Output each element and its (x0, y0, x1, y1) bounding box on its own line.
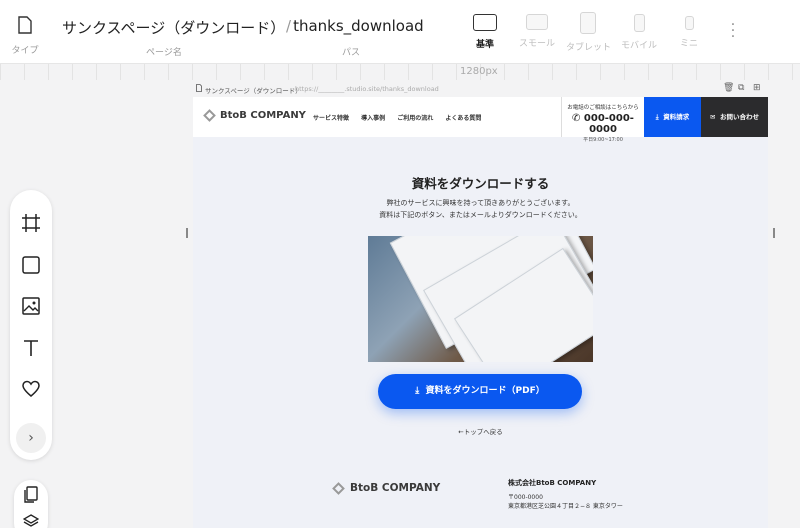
footer-zip: 〒000-0000 (508, 494, 543, 501)
logo-diamond-icon (203, 108, 216, 122)
nav-item-faq[interactable]: よくある質問 (445, 115, 481, 122)
trash-icon[interactable]: 🗑 (723, 83, 734, 93)
device-label: ミニ (679, 39, 698, 49)
header-phone-block: お電話のご相談はこちらから ✆ 000-000-0000 平日9:00~17:0… (561, 97, 644, 143)
page-name-field[interactable]: サンクスページ（ダウンロード） (62, 17, 285, 38)
download-pdf-button[interactable]: ⤓ 資料をダウンロード（PDF） (378, 374, 582, 409)
nav-item-flow[interactable]: ご利用の流れ (397, 115, 433, 122)
chevron-right-icon[interactable]: › (16, 423, 46, 453)
heart-tool-icon[interactable] (21, 379, 41, 399)
lead-line-1: 弊社のサービスに興味を持って頂きありがとうございます。 (386, 199, 575, 207)
right-resize-handle[interactable] (773, 228, 775, 238)
type-caption: タイプ (11, 46, 39, 56)
text-tool-icon[interactable] (21, 338, 41, 358)
device-tablet-button[interactable]: タブレット (566, 12, 612, 53)
duplicate-icon[interactable]: ⧉ (738, 83, 744, 93)
device-label: 基準 (475, 40, 494, 50)
logo-diamond-icon (332, 481, 345, 495)
mobile-icon (633, 14, 645, 32)
path-field[interactable]: / thanks_download (286, 17, 424, 35)
header-download-label: 資料請求 (663, 113, 690, 121)
tel-number[interactable]: ✆ 000-000-0000 (562, 113, 644, 135)
tel-hours: 平日9:00~17:00 (583, 137, 623, 143)
monitor-icon (473, 14, 497, 31)
footer-address: 東京都港区芝公園４丁目２−８ 東京タワー (508, 503, 623, 510)
frame-page-icon (196, 84, 202, 92)
path-value: thanks_download (293, 17, 424, 35)
documents-photo (368, 236, 593, 362)
page-document-icon (18, 16, 32, 34)
page-heading: 資料をダウンロードする (411, 176, 550, 191)
frame-title-bar: サンクスページ（ダウンロード） https://________.studio.… (195, 82, 767, 96)
more-menu-icon[interactable]: · · · (728, 18, 738, 44)
footer-logo-text: BtoB COMPANY (350, 482, 441, 494)
logo-text: BtoB COMPANY (220, 110, 306, 121)
path-caption: パス (342, 48, 361, 58)
download-icon: ⤓ (415, 386, 420, 396)
lead-text: 弊社のサービスに興味を持って頂きありがとうございます。 資料は下記のボタン、また… (193, 197, 768, 221)
layers-icon[interactable] (23, 514, 39, 528)
frame-tool-icon[interactable] (21, 213, 41, 233)
footer-company-name: 株式会社BtoB COMPANY (508, 479, 597, 487)
phone-icon: ✆ (572, 113, 581, 124)
lead-line-2: 資料は下記のボタン、またはメールよりダウンロードください。 (379, 211, 582, 219)
page-name-caption: ページ名 (146, 48, 182, 58)
site-header: BtoB COMPANY サービス特徴 導入事例 ご利用の流れ よくある質問 お… (193, 97, 768, 143)
device-base-button[interactable]: 基準 (470, 14, 500, 50)
download-icon: ⤓ (655, 113, 659, 121)
frame-url: https://________.studio.site/thanks_down… (295, 85, 439, 93)
device-label: モバイル (620, 41, 657, 51)
header-download-button[interactable]: ⤓ 資料請求 (644, 97, 701, 137)
cta-label: 資料をダウンロード（PDF） (425, 386, 545, 396)
device-small-button[interactable]: スモール (517, 14, 557, 49)
page-type-selector[interactable]: タイプ (10, 16, 40, 56)
editor-toolbar: タイプ サンクスページ（ダウンロード） ページ名 / thanks_downloa… (0, 0, 800, 64)
footer-logo[interactable]: BtoB COMPANY (332, 481, 441, 495)
header-nav: サービス特徴 導入事例 ご利用の流れ よくある質問 (313, 113, 491, 122)
frame-title: サンクスページ（ダウンロード） (205, 87, 302, 95)
mail-icon: ✉ (710, 113, 716, 121)
left-resize-handle[interactable] (186, 228, 188, 238)
mini-device-icon (684, 16, 694, 30)
device-label: タブレット (566, 43, 612, 53)
canvas-width-label: 1280px (460, 66, 498, 77)
canvas-ruler (0, 64, 800, 80)
laptop-icon (526, 14, 548, 30)
header-contact-button[interactable]: ✉ お問い合わせ (701, 97, 768, 137)
secondary-tool-palette (14, 480, 48, 528)
page-canvas: BtoB COMPANY サービス特徴 導入事例 ご利用の流れ よくある質問 お… (193, 97, 768, 528)
device-label: スモール (518, 39, 555, 49)
tel-caption: お電話のご相談はこちらから (567, 105, 639, 111)
header-logo[interactable]: BtoB COMPANY (203, 108, 306, 122)
box-tool-icon[interactable] (21, 255, 41, 275)
tel-number-text: 000-000-0000 (583, 113, 634, 135)
device-mobile-button[interactable]: モバイル (619, 14, 659, 51)
back-to-top-link[interactable]: ←トップへ戻る (193, 426, 768, 436)
nav-item-cases[interactable]: 導入事例 (361, 115, 385, 122)
nav-item-features[interactable]: サービス特徴 (313, 115, 349, 122)
tablet-icon (580, 12, 596, 34)
device-mini-button[interactable]: ミニ (676, 14, 702, 49)
tool-palette: › (10, 190, 52, 460)
image-tool-icon[interactable] (21, 296, 41, 316)
pages-icon[interactable] (23, 486, 39, 504)
header-contact-label: お問い合わせ (719, 113, 759, 121)
add-page-icon[interactable]: ⊞ (753, 83, 761, 93)
